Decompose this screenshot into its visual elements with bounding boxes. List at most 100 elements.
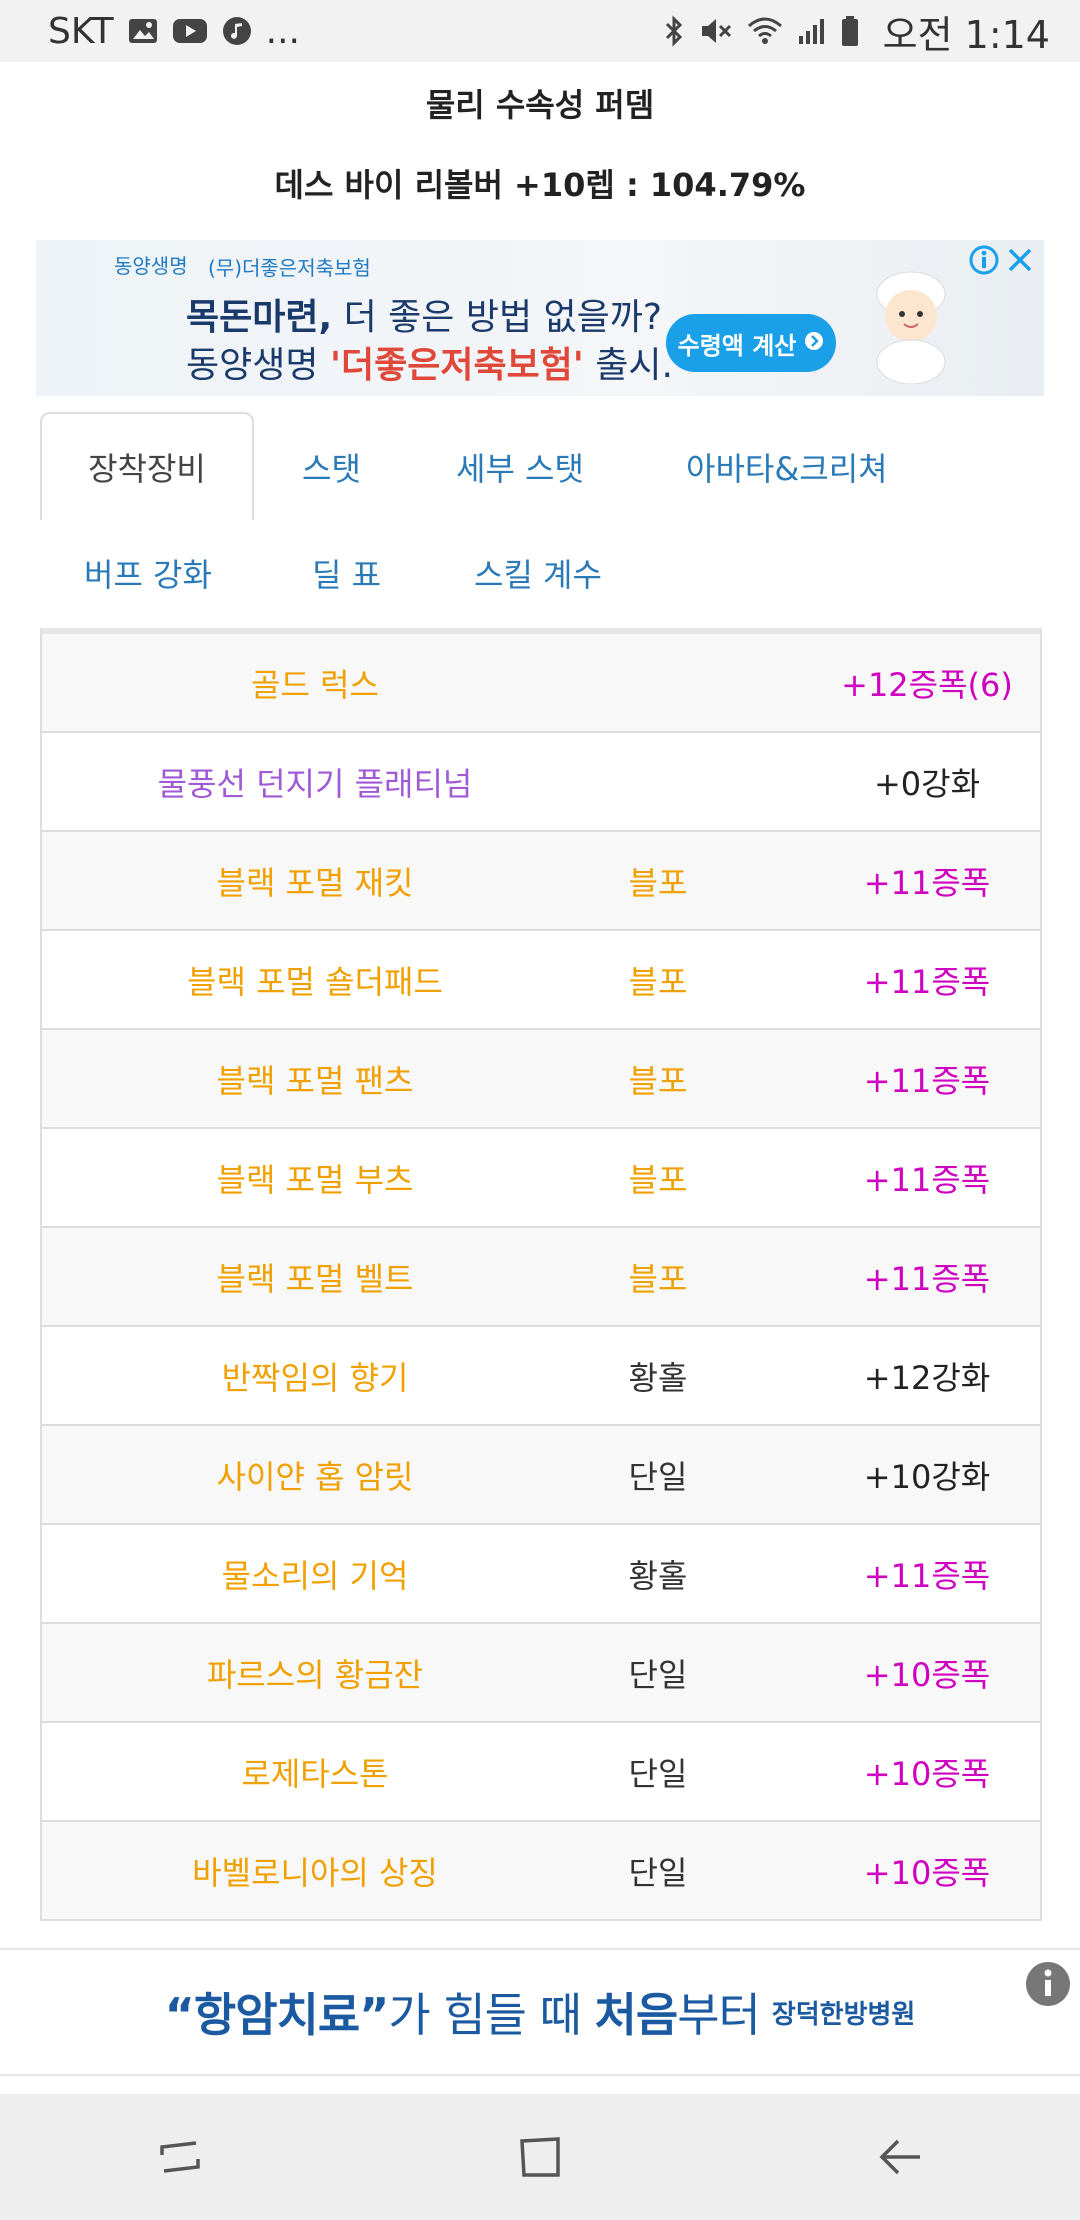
item-name: 반짝임의 향기 — [221, 1358, 409, 1397]
item-enhance-value: +11증폭 — [863, 1160, 991, 1199]
bottom-ad-banner[interactable]: “항암치료”가 힘들 때 처음부터 장덕한방병원 — [0, 1948, 1080, 2076]
ad-line-1-bold: 목돈마련, — [186, 297, 333, 338]
item-enhance-value: +11증폭 — [863, 1259, 991, 1298]
table-row: 블랙 포멀 벨트 블포 +11증폭 — [42, 1228, 1040, 1327]
item-enhance-value: +0강화 — [873, 764, 981, 803]
item-name: 블랙 포멀 벨트 — [216, 1259, 414, 1298]
table-row: 물풍선 던지기 플래티넘 +0강화 — [42, 733, 1040, 832]
item-name: 블랙 포멀 숄더패드 — [187, 962, 443, 1001]
item-set-type: 황홀 — [628, 1358, 688, 1397]
ad-line-1-rest: 더 좋은 방법 없을까? — [332, 297, 662, 338]
table-row: 블랙 포멀 숄더패드 블포 +11증폭 — [42, 931, 1040, 1030]
item-name: 물풍선 던지기 플래티넘 — [157, 764, 473, 803]
item-set-type: 블포 — [628, 1160, 688, 1199]
tab-skill-coefficient[interactable]: 스킬 계수 — [474, 550, 602, 596]
ad-info-icon[interactable] — [968, 244, 1000, 280]
item-enhance-value: +11증폭 — [863, 962, 991, 1001]
bottom-ad-bold-2: 처음 — [594, 1988, 679, 2042]
item-name: 블랙 포멀 팬츠 — [216, 1061, 414, 1100]
ad-cta-button[interactable]: 수령액 계산 — [666, 314, 836, 372]
item-name: 물소리의 기억 — [221, 1556, 409, 1595]
mute-icon — [699, 16, 733, 46]
tab-equipment-label: 장착장비 — [88, 450, 206, 488]
status-right: 오전 1:14 — [663, 4, 1050, 59]
item-set-type: 블포 — [628, 863, 688, 902]
youtube-icon — [172, 17, 208, 45]
ad-brand-sub: (무)더좋은저축보험 — [208, 256, 371, 280]
gallery-icon — [128, 17, 158, 45]
clock: 오전 1:14 — [882, 12, 1050, 57]
table-row: 반짝임의 향기 황홀 +12강화 — [42, 1327, 1040, 1426]
page-subtitle: 데스 바이 리볼버 +10렙 : 104.79% — [274, 166, 806, 204]
ad-line-2-prefix: 동양생명 — [186, 345, 330, 386]
recents-icon[interactable] — [120, 2107, 240, 2207]
item-set-type: 블포 — [628, 962, 688, 1001]
top-ad-banner[interactable]: 동양생명 (무)더좋은저축보험 목돈마련, 더 좋은 방법 없을까? 동양생명 … — [36, 240, 1044, 396]
bottom-ad-headline: “항암치료”가 힘들 때 처음부터 — [164, 1979, 761, 2045]
music-icon — [222, 16, 252, 46]
item-set-type: 블포 — [628, 1061, 688, 1100]
item-name: 바벨로니아의 상징 — [192, 1853, 438, 1892]
wifi-icon — [747, 16, 783, 46]
page-title: 물리 수속성 퍼뎀 — [425, 86, 655, 124]
item-enhance-value: +11증폭 — [863, 863, 991, 902]
ad-line-2-suffix: 출시. — [583, 345, 673, 386]
bottom-ad-bold-1: “항암치료” — [164, 1988, 390, 2042]
home-icon[interactable] — [480, 2107, 600, 2207]
item-enhance-value: +11증폭 — [863, 1061, 991, 1100]
ad-line-1: 목돈마련, 더 좋은 방법 없을까? — [186, 288, 662, 340]
item-set-type: 단일 — [628, 1655, 688, 1694]
bluetooth-icon — [663, 15, 685, 47]
bottom-ad-sponsor: 장덕한방병원 — [771, 1999, 916, 2030]
signal-icon — [797, 16, 827, 46]
item-name: 블랙 포멀 재킷 — [216, 863, 414, 902]
item-enhance-value: +10강화 — [863, 1457, 991, 1496]
table-row: 로제타스톤 단일 +10증폭 — [42, 1723, 1040, 1822]
item-name: 골드 럭스 — [251, 665, 379, 704]
tab-stats[interactable]: 스탯 — [302, 444, 361, 490]
tab-damage-table[interactable]: 딜 표 — [312, 550, 381, 596]
item-name: 사이얀 홉 암릿 — [216, 1457, 414, 1496]
tab-buff-enhance[interactable]: 버프 강화 — [84, 550, 212, 596]
table-row: 블랙 포멀 부츠 블포 +11증폭 — [42, 1129, 1040, 1228]
status-bar: SKT ... 오전 1:14 — [0, 0, 1080, 62]
item-name: 파르스의 황금잔 — [206, 1655, 424, 1694]
equipment-table: 골드 럭스 +12증폭(6) 물풍선 던지기 플래티넘 +0강화 블랙 포멀 재킷 블포 +… — [40, 628, 1042, 1921]
item-enhance-value: +12증폭(6) — [841, 665, 1013, 704]
item-set-type: 블포 — [628, 1259, 688, 1298]
item-set-type: 단일 — [628, 1853, 688, 1892]
table-row: 골드 럭스 +12증폭(6) — [42, 634, 1040, 733]
item-set-type: 황홀 — [628, 1556, 688, 1595]
bottom-ad-rest-2: 부터 — [677, 1988, 761, 2042]
item-enhance-value: +11증폭 — [863, 1556, 991, 1595]
table-row: 바벨로니아의 상징 단일 +10증폭 — [42, 1822, 1040, 1919]
bottom-ad-rest-1: 가 힘들 때 — [388, 1988, 595, 2042]
tab-detail-stats[interactable]: 세부 스탯 — [456, 444, 584, 490]
ad-cta-label: 수령액 계산 — [677, 331, 797, 360]
table-row: 블랙 포멀 팬츠 블포 +11증폭 — [42, 1030, 1040, 1129]
table-row: 파르스의 황금잔 단일 +10증폭 — [42, 1624, 1040, 1723]
ad-close-icon[interactable] — [1004, 244, 1036, 280]
mascot-illustration — [846, 254, 976, 385]
back-icon[interactable] — [840, 2107, 960, 2207]
item-enhance-value: +10증폭 — [863, 1754, 991, 1793]
table-row: 물소리의 기억 황홀 +11증폭 — [42, 1525, 1040, 1624]
item-enhance-value: +10증폭 — [863, 1853, 991, 1892]
item-name: 블랙 포멀 부츠 — [216, 1160, 414, 1199]
status-left: SKT ... — [48, 11, 300, 52]
item-enhance-value: +10증폭 — [863, 1655, 991, 1694]
table-row: 블랙 포멀 재킷 블포 +11증폭 — [42, 832, 1040, 931]
ad-line-2-highlight: '더좋은저축보험' — [329, 345, 584, 386]
carrier-label: SKT — [48, 10, 114, 52]
item-name: 로제타스톤 — [241, 1754, 389, 1793]
tab-equipment[interactable]: 장착장비 — [40, 412, 254, 520]
battery-icon — [841, 15, 859, 47]
more-notifications: ... — [265, 10, 300, 52]
ad-brand-name: 동양생명 — [114, 254, 188, 278]
ad-info-icon[interactable] — [1024, 1960, 1072, 2012]
arrow-right-icon — [804, 329, 824, 357]
tab-avatar-creature[interactable]: 아바타&크리쳐 — [686, 444, 888, 490]
item-enhance-value: +12강화 — [863, 1358, 991, 1397]
item-set-type: 단일 — [628, 1754, 688, 1793]
item-set-type: 단일 — [628, 1457, 688, 1496]
